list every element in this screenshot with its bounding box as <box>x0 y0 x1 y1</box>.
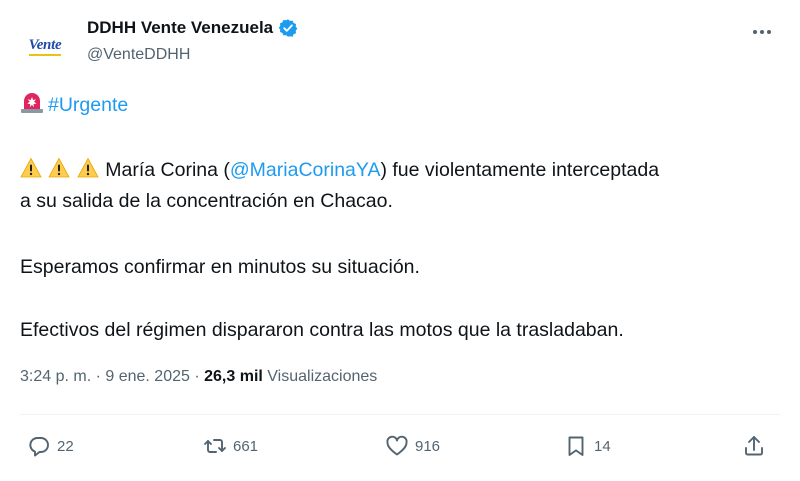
tweet-text-line-1: María Corina (@MariaCorinaYA) fue violen… <box>20 156 659 184</box>
author-name-row: DDHH Vente Venezuela <box>87 18 298 38</box>
tweet-text-line-3: Esperamos confirmar en minutos su situac… <box>20 256 420 278</box>
tweet-text-segment: ) fue violentamente interceptada <box>380 159 660 181</box>
more-options-button[interactable] <box>744 18 780 46</box>
bookmark-button[interactable]: 14 <box>564 428 611 464</box>
warning-icon <box>20 157 42 178</box>
views-label: Visualizaciones <box>262 368 378 385</box>
tweet-text-segment: María Corina ( <box>99 159 230 181</box>
like-button[interactable]: 916 <box>385 428 440 464</box>
tweet-time[interactable]: 3:24 p. m. <box>20 368 91 385</box>
more-dot <box>767 30 771 34</box>
tweet-date[interactable]: 9 ene. 2025 <box>105 368 190 385</box>
heart-icon <box>386 435 408 456</box>
like-count: 916 <box>415 437 441 455</box>
tweet-hashtag-line: #Urgente <box>20 91 128 119</box>
warning-icon <box>77 157 99 178</box>
repost-button[interactable]: 661 <box>203 428 258 464</box>
tweet-actions-bar: 22 661 916 14 <box>0 428 800 464</box>
views-count: 26,3 mil <box>204 368 263 385</box>
avatar-logo-text: Vente <box>28 38 62 56</box>
tweet-metadata: 3:24 p. m. · 9 ene. 2025 · 26,3 mil Visu… <box>20 368 377 386</box>
meta-separator: · <box>189 368 205 385</box>
meta-separator: · <box>91 368 106 385</box>
tweet-text-line-2: a su salida de la concentración en Chaca… <box>20 190 393 212</box>
author-handle[interactable]: @VenteDDHH <box>87 46 190 64</box>
warning-icon <box>48 157 71 178</box>
verified-badge-icon <box>278 19 298 37</box>
reply-icon <box>29 437 49 457</box>
author-display-name[interactable]: DDHH Vente Venezuela <box>87 18 273 38</box>
share-button[interactable] <box>742 428 766 464</box>
hashtag-urgente-link[interactable]: #Urgente <box>48 94 128 116</box>
more-dot <box>760 30 764 34</box>
repost-count: 661 <box>233 437 259 455</box>
siren-icon <box>21 93 43 113</box>
bookmark-icon <box>568 436 584 456</box>
repost-icon <box>204 439 226 453</box>
avatar[interactable]: Vente <box>16 18 74 76</box>
share-icon <box>745 436 763 456</box>
bookmark-count: 14 <box>594 437 611 455</box>
reply-count: 22 <box>57 437 74 455</box>
tweet-text-line-4: Efectivos del régimen dispararon contra … <box>20 319 624 341</box>
tweet-card: Vente DDHH Vente Venezuela @VenteDDHH #U… <box>0 0 800 481</box>
reply-button[interactable]: 22 <box>27 428 74 464</box>
more-dots-icon <box>753 30 757 34</box>
divider <box>20 414 780 415</box>
mention-link[interactable]: @MariaCorinaYA <box>230 159 381 181</box>
